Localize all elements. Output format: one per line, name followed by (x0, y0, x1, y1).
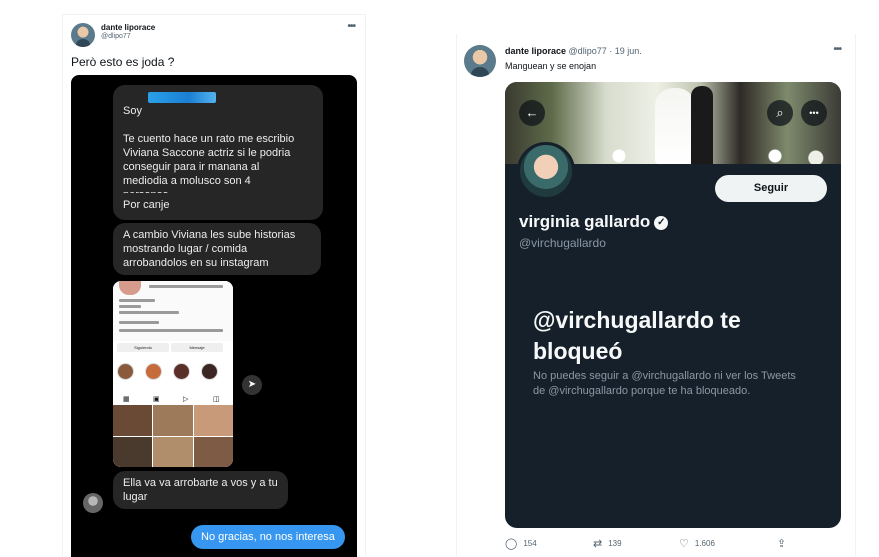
profile-name: virginia gallardo ✓ (519, 212, 669, 232)
chat-screenshot: Soy Te cuento hace un rato me escribio V… (71, 75, 357, 557)
ig-highlight[interactable] (173, 363, 190, 380)
message-text: Soy (123, 105, 142, 117)
author-name[interactable]: dante liporace (505, 46, 566, 56)
ig-bio-line (119, 329, 223, 332)
right-tweet: dante liporace @dlipo77 · 19 jun. ••• Ma… (456, 34, 856, 556)
more-dots-icon[interactable]: ••• (801, 100, 827, 126)
share-action[interactable]: ⇪ (777, 537, 786, 550)
redacted-name (148, 92, 216, 103)
more-dots-icon[interactable]: ••• (347, 21, 355, 32)
retweet-icon[interactable]: ⇄ (593, 537, 602, 550)
retweet-action[interactable]: ⇄ 139 (593, 537, 622, 550)
ig-header (113, 281, 233, 341)
message-text: Te cuento hace un rato me escribio Vivia… (123, 133, 295, 201)
ig-highlight[interactable] (145, 363, 162, 380)
author-handle[interactable]: @dlipo77 (569, 46, 607, 56)
tweet-text: Manguean y se enojan (505, 61, 597, 71)
tweet-actions: ◯ 154 ⇄ 139 ♡ 1.606 ⇪ (505, 537, 841, 553)
tagged-icon[interactable]: ◫ (213, 395, 220, 403)
tweet-date[interactable]: · 19 jun. (609, 46, 642, 56)
tweet-text: Però esto es joda ? (71, 55, 175, 69)
author-avatar[interactable] (71, 23, 95, 47)
verified-badge-icon: ✓ (654, 216, 669, 230)
back-arrow-icon[interactable]: ← (519, 100, 545, 126)
ig-tabs[interactable]: ▦ ▣ ▷ ◫ (113, 395, 233, 403)
ig-highlight[interactable] (201, 363, 218, 380)
grid-icon[interactable]: ▦ (123, 395, 130, 403)
reply-icon[interactable]: ◯ (505, 537, 517, 550)
blocked-title: @virchugallardo te bloqueó (533, 307, 741, 364)
author-handle[interactable]: @dlipo77 (101, 33, 131, 40)
like-action[interactable]: ♡ 1.606 (679, 537, 715, 550)
profile-display-name: virginia gallardo (519, 212, 651, 231)
author-avatar[interactable] (464, 45, 496, 77)
left-tweet: dante liporace @dlipo77 ••• Però esto es… (62, 14, 366, 557)
search-icon[interactable]: ⌕ (767, 100, 793, 126)
ig-bio-line (119, 311, 179, 314)
ig-bio-line (119, 299, 155, 302)
follow-button[interactable]: Seguir (715, 175, 827, 202)
ig-highlight[interactable] (117, 363, 134, 380)
heart-icon[interactable]: ♡ (679, 537, 689, 550)
ig-bio-line (119, 321, 159, 324)
blocked-description: No puedes seguir a @virchugallardo ni ve… (533, 370, 796, 397)
tweet-header: dante liporace @dlipo77 · 19 jun. (505, 46, 642, 56)
ig-bio-line (119, 305, 141, 308)
blocked-profile-screenshot: ← ⌕ ••• Seguir virginia gallardo ✓ @virch… (505, 82, 841, 528)
more-dots-icon[interactable]: ••• (833, 44, 841, 55)
ig-following-button[interactable]: Siguiendo (117, 343, 169, 352)
message-bubble: Ella va va arrobarte a vos y a tu lugar (113, 471, 288, 509)
like-count: 1.606 (694, 539, 715, 548)
ig-stats (149, 285, 223, 288)
author-name[interactable]: dante liporace (101, 23, 155, 32)
reply-count: 154 (523, 539, 537, 548)
retweet-count: 139 (608, 539, 622, 548)
sender-avatar (83, 493, 103, 513)
ig-message-button[interactable]: Mensaje (171, 343, 223, 352)
message-bubble: Por canje (113, 193, 180, 217)
reply-action[interactable]: ◯ 154 (505, 537, 537, 550)
instagram-profile-preview[interactable]: Siguiendo Mensaje ▦ ▣ ▷ ◫ (113, 281, 233, 467)
ig-avatar (119, 281, 141, 295)
ig-photo-grid[interactable] (113, 405, 233, 467)
sent-message-bubble: No gracias, no nos interesa (191, 525, 345, 549)
reels-icon[interactable]: ▣ (153, 395, 160, 403)
share-icon[interactable]: ⇪ (777, 537, 786, 550)
send-icon[interactable]: ➤ (242, 375, 262, 395)
play-icon[interactable]: ▷ (183, 395, 188, 403)
message-bubble: A cambio Viviana les sube historias most… (113, 223, 321, 275)
profile-handle: @virchugallardo (519, 236, 606, 250)
profile-avatar[interactable] (517, 142, 575, 200)
